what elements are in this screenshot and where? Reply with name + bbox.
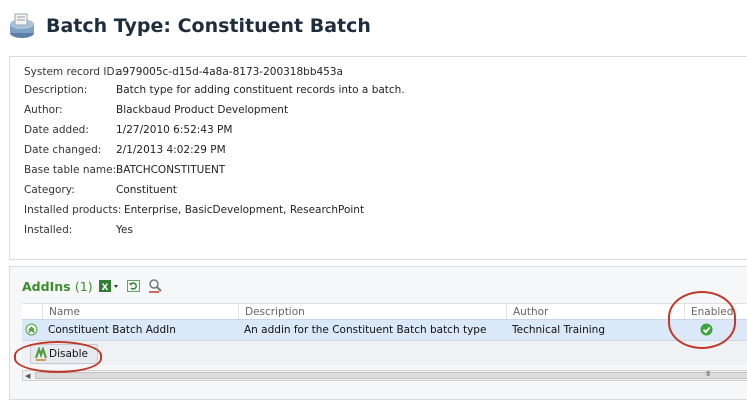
table-row[interactable]: Constituent Batch AddIn An addin for the… <box>22 319 747 341</box>
detail-value: Yes <box>116 224 133 236</box>
detail-label: Installed products: <box>24 204 122 216</box>
scroll-thumb[interactable]: III <box>35 370 747 379</box>
detail-value: a979005c-d15d-4a8a-8173-200318bb453a <box>116 66 343 78</box>
record-details-panel: System record ID: a979005c-d15d-4a8a-817… <box>9 56 747 260</box>
scroll-left-arrow-icon[interactable]: ◀ <box>25 372 30 380</box>
addins-section-title[interactable]: AddIns (1) <box>22 279 93 294</box>
detail-label: System record ID: <box>24 66 119 78</box>
detail-label: Date changed: <box>24 144 102 156</box>
col-head-expander <box>22 304 42 320</box>
disable-button-label: Disable <box>49 348 88 360</box>
refresh-icon[interactable] <box>126 278 142 294</box>
grid-header: Name Description Author Enabled <box>22 303 747 320</box>
detail-label: Author: <box>24 104 63 116</box>
cell-author: Technical Training <box>512 324 605 336</box>
col-head-description[interactable]: Description <box>238 304 506 320</box>
page-title: Batch Type: Constituent Batch <box>46 15 371 37</box>
detail-value: Batch type for adding constituent record… <box>116 84 405 96</box>
detail-value: Enterprise, BasicDevelopment, ResearchPo… <box>124 204 365 216</box>
row-action-bar: Disable <box>22 341 747 365</box>
disable-button[interactable]: Disable <box>30 344 98 364</box>
cell-enabled <box>684 320 747 340</box>
detail-label: Date added: <box>24 124 89 136</box>
detail-label: Installed: <box>24 224 73 236</box>
detail-label: Base table name: <box>24 164 117 176</box>
scroll-grip: III <box>706 370 710 378</box>
filter-icon[interactable] <box>147 278 163 294</box>
batch-type-icon <box>10 13 34 38</box>
addins-count: (1) <box>74 279 93 294</box>
page-header: Batch Type: Constituent Batch <box>0 0 747 56</box>
cell-name: Constituent Batch AddIn <box>48 324 176 336</box>
addins-section: AddIns (1) X Name Description Author Ena… <box>9 266 747 400</box>
col-head-enabled[interactable]: Enabled <box>684 304 747 320</box>
col-head-name[interactable]: Name <box>42 304 238 320</box>
horizontal-scrollbar[interactable]: ◀ III <box>22 370 747 381</box>
detail-value: 2/1/2013 4:02:29 PM <box>116 144 226 156</box>
enabled-check-icon <box>700 323 713 336</box>
detail-value: BATCHCONSTITUENT <box>116 164 226 176</box>
svg-text:X: X <box>102 283 109 293</box>
detail-value: 1/27/2010 6:52:43 PM <box>116 124 233 136</box>
excel-export-icon[interactable]: X <box>98 278 120 294</box>
detail-value: Constituent <box>116 184 177 196</box>
detail-value: Blackbaud Product Development <box>116 104 289 116</box>
detail-label: Category: <box>24 184 75 196</box>
col-head-author[interactable]: Author <box>506 304 684 320</box>
detail-label: Description: <box>24 84 88 96</box>
cell-description: An addin for the Constituent Batch batch… <box>244 324 487 336</box>
expand-row-icon[interactable] <box>25 323 38 336</box>
addins-title-label: AddIns <box>22 279 71 294</box>
disable-addin-icon <box>35 347 47 361</box>
